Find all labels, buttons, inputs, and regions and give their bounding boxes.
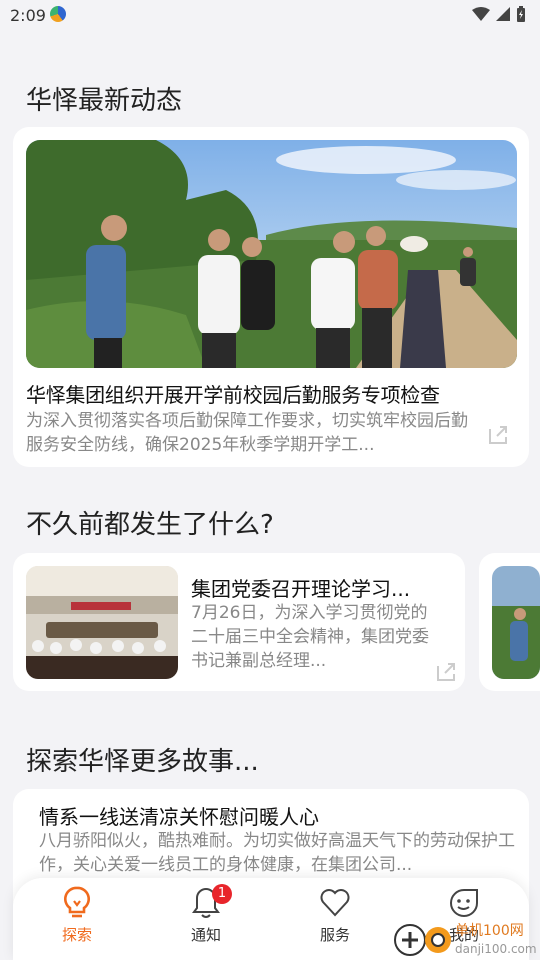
watermark-logo-icon	[394, 924, 451, 956]
share-icon[interactable]	[487, 424, 509, 446]
nav-label-notifications: 通知	[190, 926, 221, 944]
app-notification-icon	[50, 6, 66, 22]
recent-news-card-next[interactable]	[479, 553, 540, 691]
lightbulb-icon	[64, 886, 90, 918]
story-summary: 八月骄阳似火，酷热难耐。为切实做好高温天气下的劳动保护工作，关心关爱一线员工的身…	[39, 831, 515, 875]
featured-news-summary: 为深入贯彻落实各项后勤保障工作要求，切实筑牢校园后勤服务安全防线，确保2025年…	[26, 411, 468, 455]
recent-news-photo	[26, 566, 178, 679]
section-title-recent: 不久前都发生了什么?	[26, 510, 274, 540]
featured-news-card[interactable]: 华怿集团组织开展开学前校园后勤服务专项检查 为深入贯彻落实各项后勤保障工作要求，…	[13, 127, 529, 467]
featured-news-photo	[26, 140, 517, 368]
recent-news-card[interactable]: 集团党委召开理论学习... 7月26日，为深入学习贯彻党的二十届三中全会精神，集…	[13, 553, 465, 691]
wifi-icon	[472, 7, 490, 21]
status-bar: 2:09	[0, 0, 540, 34]
nav-tab-notifications[interactable]: 1 通知	[166, 884, 246, 950]
featured-news-title: 华怿集团组织开展开学前校园后勤服务专项检查	[26, 383, 440, 407]
battery-icon	[517, 6, 525, 22]
watermark-url: danji100.com	[455, 942, 537, 956]
system-icons	[472, 6, 526, 22]
recent-news-photo-next	[492, 566, 540, 679]
section-title-explore: 探索华怿更多故事...	[26, 747, 259, 777]
story-title: 情系一线送清凉关怀慰问暖人心	[39, 805, 319, 829]
smile-icon	[450, 889, 478, 917]
nav-tab-services[interactable]: 服务	[295, 886, 375, 950]
nav-label-services: 服务	[319, 926, 350, 944]
share-icon[interactable]	[435, 661, 457, 683]
section-title-latest: 华怿最新动态	[26, 86, 183, 116]
signal-icon	[496, 7, 510, 21]
recent-news-title: 集团党委召开理论学习...	[191, 577, 411, 601]
recent-news-summary: 7月26日，为深入学习贯彻党的二十届三中全会精神，集团党委书记兼副总经理...	[191, 603, 429, 671]
heart-icon	[320, 889, 350, 917]
watermark-text: 单机100网	[455, 923, 524, 939]
nav-label-explore: 探索	[61, 926, 92, 944]
notification-badge: 1	[212, 884, 232, 904]
status-time: 2:09	[10, 6, 46, 25]
nav-tab-explore[interactable]: 探索	[37, 886, 117, 950]
